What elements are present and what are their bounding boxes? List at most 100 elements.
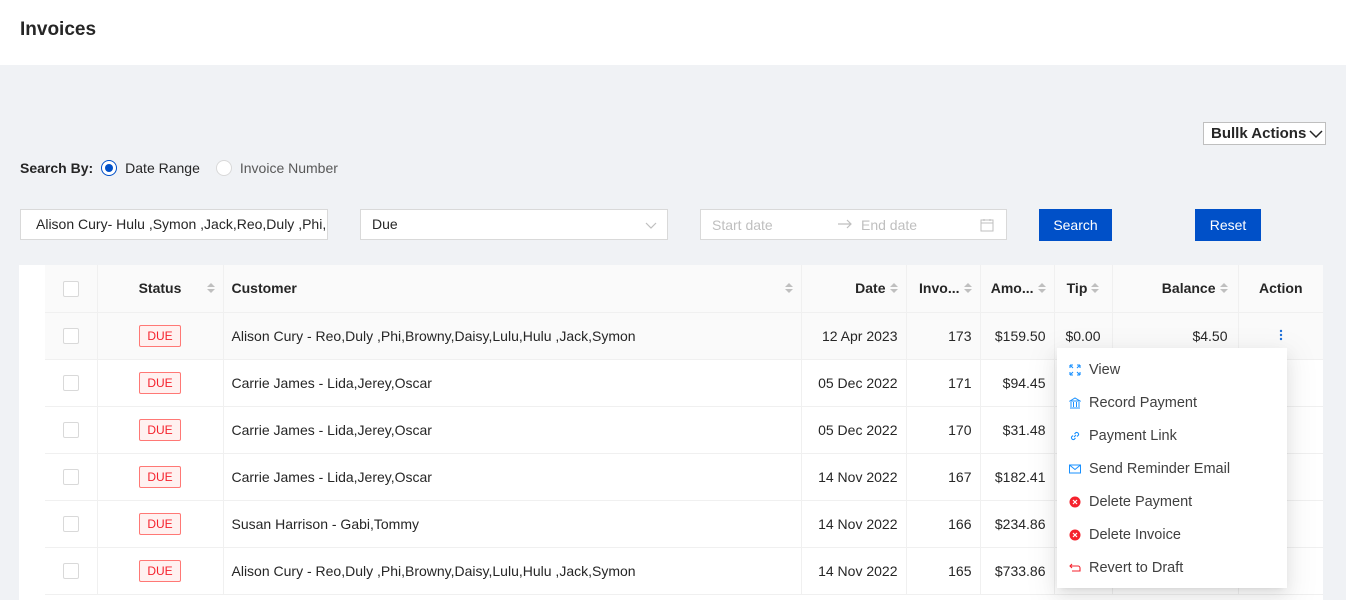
sort-icon (963, 283, 972, 294)
rollback-icon (1069, 563, 1081, 572)
date-cell: 05 Dec 2022 (801, 359, 907, 407)
column-header-status[interactable]: Status (97, 265, 224, 313)
amount-cell: $234.86 (980, 500, 1055, 548)
menu-item-label: Send Reminder Email (1089, 460, 1231, 477)
status-badge: DUE (139, 512, 181, 535)
date-cell: 05 Dec 2022 (801, 406, 907, 454)
column-header-customer[interactable]: Customer (223, 265, 802, 313)
search-by-label: Search By: (20, 160, 94, 176)
sort-icon (1037, 283, 1046, 294)
chevron-down-icon (645, 222, 657, 229)
row-checkbox[interactable] (62, 328, 79, 345)
customer-cell: Carrie James - Lida,Jerey,Oscar (223, 406, 802, 454)
invoice-number-cell: 173 (906, 312, 981, 360)
status-cell: DUE (97, 359, 224, 407)
end-date-input[interactable]: End date (861, 217, 917, 233)
more-vertical-icon[interactable] (1279, 329, 1283, 341)
chevron-down-icon (1309, 129, 1323, 138)
sort-icon (1219, 283, 1228, 294)
menu-item-delete-payment[interactable]: Delete Payment (1057, 485, 1287, 518)
row-select-cell (45, 406, 98, 454)
close-circle-icon (1069, 529, 1081, 540)
column-label: Invo... (919, 280, 960, 297)
menu-item-label: Delete Payment (1089, 493, 1193, 510)
row-select-cell (45, 312, 98, 360)
status-select-value: Due (372, 216, 398, 232)
status-badge: DUE (139, 371, 181, 394)
date-cell: 12 Apr 2023 (801, 312, 907, 360)
customer-cell: Carrie James - Lida,Jerey,Oscar (223, 453, 802, 501)
status-cell: DUE (97, 312, 224, 360)
status-cell: DUE (97, 453, 224, 501)
search-button[interactable]: Search (1039, 209, 1112, 241)
customer-select[interactable]: Alison Cury- Hulu ,Symon ,Jack,Reo,Duly … (20, 209, 328, 240)
arrow-right-icon (838, 219, 852, 229)
column-header-tip[interactable]: Tip (1054, 265, 1113, 313)
row-checkbox[interactable] (62, 516, 79, 533)
menu-item-label: Revert to Draft (1089, 559, 1184, 576)
column-header-balance[interactable]: Balance (1112, 265, 1239, 313)
amount-cell: $182.41 (980, 453, 1055, 501)
status-badge: DUE (139, 465, 181, 488)
calendar-icon (980, 219, 994, 232)
menu-item-delete-invoice[interactable]: Delete Invoice (1057, 518, 1287, 551)
bulk-actions-label: Bullk Actions (1211, 125, 1307, 142)
menu-item-revert-to-draft[interactable]: Revert to Draft (1057, 551, 1287, 584)
row-checkbox[interactable] (62, 375, 79, 392)
customer-cell: Carrie James - Lida,Jerey,Oscar (223, 359, 802, 407)
reset-button[interactable]: Reset (1195, 209, 1261, 241)
row-select-cell (45, 547, 98, 595)
close-circle-icon (1069, 496, 1081, 507)
radio-invoice-number[interactable]: Invoice Number (215, 160, 338, 176)
invoice-number-cell: 166 (906, 500, 981, 548)
column-header-invoice[interactable]: Invo... (906, 265, 981, 313)
sort-icon (1091, 283, 1100, 294)
radio-date-range[interactable]: Date Range (101, 160, 200, 176)
status-badge: DUE (139, 324, 181, 347)
amount-cell: $94.45 (980, 359, 1055, 407)
menu-item-label: Payment Link (1089, 427, 1177, 444)
invoice-number-cell: 171 (906, 359, 981, 407)
search-by-group: Search By: Date Range Invoice Number (20, 160, 354, 176)
row-select-cell (45, 500, 98, 548)
radio-checked-icon (101, 160, 118, 176)
page-header: Invoices (0, 0, 1346, 65)
menu-item-view[interactable]: View (1057, 353, 1287, 386)
column-label: Tip (1066, 280, 1088, 297)
select-all-cell (45, 265, 98, 313)
status-badge: DUE (139, 418, 181, 441)
column-label: Date (855, 280, 886, 297)
status-select[interactable]: Due (360, 209, 668, 240)
page-title: Invoices (20, 19, 97, 40)
column-header-action: Action (1238, 265, 1323, 313)
menu-item-send-reminder-email[interactable]: Send Reminder Email (1057, 452, 1287, 485)
menu-item-payment-link[interactable]: Payment Link (1057, 419, 1287, 452)
customer-cell: Susan Harrison - Gabi,Tommy (223, 500, 802, 548)
sort-icon (784, 283, 793, 294)
column-label: Balance (1161, 280, 1216, 297)
column-label: Amo... (990, 280, 1034, 297)
date-range-picker[interactable]: Start date End date (700, 209, 1007, 240)
column-header-date[interactable]: Date (801, 265, 907, 313)
amount-cell: $159.50 (980, 312, 1055, 360)
column-header-amount[interactable]: Amo... (980, 265, 1055, 313)
menu-item-label: Delete Invoice (1089, 526, 1181, 543)
row-checkbox[interactable] (62, 563, 79, 580)
action-dropdown-menu: View Record Payment Payment Link Send Re… (1057, 348, 1287, 588)
status-cell: DUE (97, 500, 224, 548)
status-cell: DUE (97, 547, 224, 595)
start-date-input[interactable]: Start date (712, 217, 773, 233)
sort-icon (889, 283, 898, 294)
date-cell: 14 Nov 2022 (801, 547, 907, 595)
column-label: Action (1258, 280, 1303, 297)
bank-icon (1069, 396, 1081, 408)
row-checkbox[interactable] (62, 422, 79, 439)
menu-item-record-payment[interactable]: Record Payment (1057, 386, 1287, 419)
bulk-actions-button[interactable]: Bullk Actions (1203, 122, 1326, 145)
select-all-checkbox[interactable] (62, 280, 79, 297)
sort-icon (206, 283, 215, 294)
row-checkbox[interactable] (62, 469, 79, 486)
date-cell: 14 Nov 2022 (801, 453, 907, 501)
invoice-number-cell: 170 (906, 406, 981, 454)
column-label: Status (138, 280, 182, 297)
